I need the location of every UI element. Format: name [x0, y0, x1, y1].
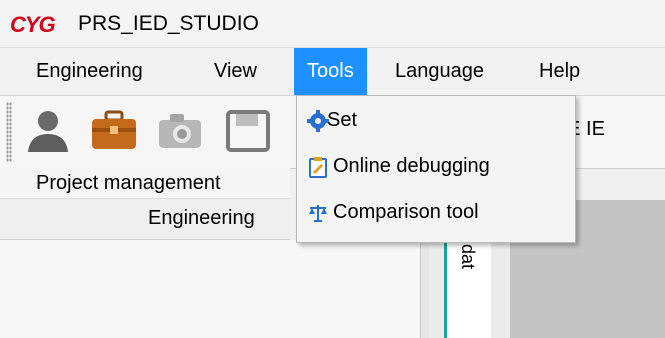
menu-bar: Engineering View Tools Language Help [0, 48, 665, 96]
menu-item-online-debugging[interactable]: Online debugging [297, 148, 575, 188]
menu-tools[interactable]: Tools [294, 48, 367, 95]
menu-item-comparison-tool[interactable]: Comparison tool [297, 194, 575, 234]
project-management-label: Project management [36, 172, 221, 194]
menu-help[interactable]: Help [526, 48, 593, 95]
gear-icon [307, 110, 329, 132]
briefcase-icon[interactable] [88, 104, 140, 156]
menu-item-set-label: Set [327, 109, 358, 131]
menu-language[interactable]: Language [382, 48, 497, 95]
menu-engineering[interactable]: Engineering [23, 48, 156, 95]
menu-view[interactable]: View [201, 48, 270, 95]
menu-item-comparison-tool-label: Comparison tool [333, 201, 479, 223]
clipboard-icon [309, 157, 327, 178]
menu-item-set[interactable]: Set [297, 102, 575, 142]
vertical-tab-label: dat [458, 244, 478, 270]
title-bar: CYG PRS_IED_STUDIO [0, 0, 665, 48]
user-icon[interactable] [22, 104, 74, 156]
engineering-column-header[interactable]: Engineering [0, 199, 290, 240]
project-tree[interactable] [0, 240, 420, 338]
tools-dropdown-menu: Set Online debugging Comparison tool [296, 95, 576, 243]
app-logo: CYG [10, 12, 56, 37]
menu-item-online-debugging-label: Online debugging [333, 155, 490, 177]
save-icon[interactable] [222, 104, 274, 156]
vertical-tab-data[interactable]: dat [444, 230, 491, 338]
toolbar-grip[interactable] [6, 102, 12, 162]
engineering-column-label: Engineering [148, 207, 255, 229]
compare-icon [309, 205, 327, 222]
app-title: PRS_IED_STUDIO [78, 12, 259, 35]
camera-icon[interactable] [154, 104, 206, 156]
project-management-header: Project management [0, 168, 290, 199]
